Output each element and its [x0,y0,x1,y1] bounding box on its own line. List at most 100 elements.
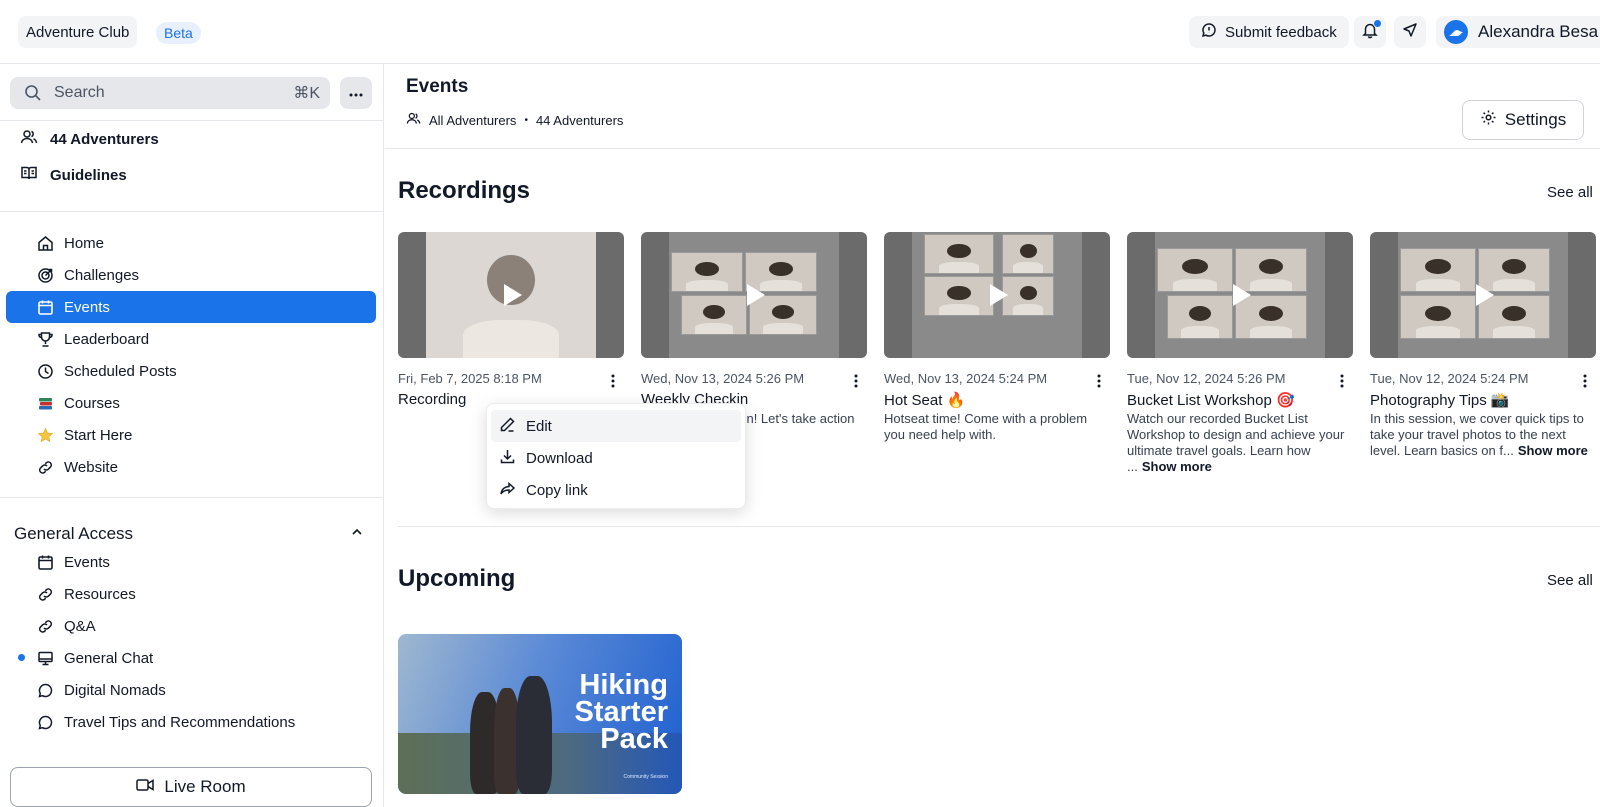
vertical-ellipsis-icon [611,374,615,388]
video-camera-icon [136,777,155,797]
menu-item-edit[interactable]: Edit [491,410,741,442]
notifications-button[interactable] [1354,16,1386,48]
play-icon [990,284,1008,306]
sidebar-item-label: Resources [64,585,136,603]
sidebar-item-label: Q&A [64,617,96,635]
recordings-see-all-link[interactable]: See all [1547,184,1593,201]
sidebar-item-label: Courses [64,394,120,412]
user-menu[interactable]: Alexandra Besa [1436,16,1600,48]
vertical-ellipsis-icon [1340,374,1344,388]
recording-menu-button[interactable] [1092,372,1106,390]
search-shortcut: ⌘K [293,85,320,102]
home-icon [36,234,54,252]
upcoming-see-all-link[interactable]: See all [1547,572,1593,589]
settings-label: Settings [1504,110,1567,129]
event-title-line: Starter [574,696,669,728]
play-icon [747,284,765,306]
sidebar-item-resources[interactable]: Resources [6,578,376,610]
recording-date: Fri, Feb 7, 2025 8:18 PM [398,371,542,386]
sidebar-item-home[interactable]: Home [6,227,376,259]
recording-thumbnail[interactable] [884,232,1110,358]
sidebar-item-challenges[interactable]: Challenges [6,259,376,291]
show-more-link[interactable]: Show more [1142,459,1212,474]
books-emoji-icon [36,394,54,412]
sidebar-item-label: Website [64,458,118,476]
star-emoji-icon [36,426,54,444]
vertical-ellipsis-icon [854,374,858,388]
settings-button[interactable]: Settings [1462,100,1584,140]
more-options-button[interactable] [340,77,372,109]
chevron-up-icon [350,524,364,544]
link-icon [36,617,54,635]
menu-item-label: Edit [526,417,552,435]
trophy-icon [36,330,54,348]
upcoming-event-card[interactable]: Hiking Starter Pack Community Session [398,634,682,794]
play-icon [1476,284,1494,306]
guidelines-link[interactable]: Guidelines [20,164,127,186]
recording-menu-button[interactable] [1578,372,1592,390]
sidebar-item-leaderboard[interactable]: Leaderboard [6,323,376,355]
sidebar-item-qa[interactable]: Q&A [6,610,376,642]
sidebar-item-travel-tips[interactable]: Travel Tips and Recommendations [6,706,376,738]
top-bar: Adventure Club Beta Submit feedback Alex… [0,0,1600,64]
audience-label[interactable]: All Adventurers [429,113,516,128]
recording-menu-button[interactable] [1335,372,1349,390]
sidebar-item-events[interactable]: Events [6,291,376,323]
sidebar-item-label: Events [64,298,110,316]
recording-menu-button[interactable] [849,372,863,390]
sidebar-item-general-events[interactable]: Events [6,546,376,578]
share-arrow-icon [499,480,516,501]
sidebar-item-label: Start Here [64,426,133,444]
recording-thumbnail[interactable] [1370,232,1596,358]
user-name: Alexandra Besa [1478,22,1599,41]
search-input[interactable]: Search ⌘K [10,77,330,109]
sidebar: Search ⌘K 44 Adventurers Guidelines Home… [0,64,384,807]
live-room-button[interactable]: Live Room [10,767,372,807]
recording-thumbnail[interactable] [1127,232,1353,358]
members-link[interactable]: 44 Adventurers [20,128,159,150]
recording-description: Watch our recorded Bucket List Workshop … [1127,411,1353,475]
sidebar-item-website[interactable]: Website [6,451,376,483]
clock-icon [36,362,54,380]
submit-feedback-button[interactable]: Submit feedback [1189,16,1349,48]
recording-date: Tue, Nov 12, 2024 5:24 PM [1370,371,1529,386]
sidebar-item-label: Scheduled Posts [64,362,177,380]
community-switcher[interactable]: Adventure Club [18,16,138,48]
event-title-line: Pack [600,723,668,755]
sidebar-item-digital-nomads[interactable]: Digital Nomads [6,674,376,706]
sidebar-item-courses[interactable]: Courses [6,387,376,419]
monitor-icon [36,649,54,667]
event-cover-title: Hiking Starter Pack [574,671,669,755]
direct-messages-button[interactable] [1394,16,1426,48]
search-icon [24,83,44,103]
ellipsis-icon [349,84,363,102]
sidebar-item-general-chat[interactable]: General Chat [6,642,376,674]
community-name: Adventure Club [26,23,130,41]
chat-bubble-icon [36,681,54,699]
menu-item-copy-link[interactable]: Copy link [491,474,741,506]
guidelines-label: Guidelines [50,166,127,184]
vertical-ellipsis-icon [1583,374,1587,388]
sidebar-item-label: Digital Nomads [64,681,166,699]
general-access-section-toggle[interactable]: General Access [14,522,364,546]
menu-item-download[interactable]: Download [491,442,741,474]
show-more-link[interactable]: Show more [1518,443,1588,458]
people-icon [406,111,421,129]
search-placeholder: Search [54,84,105,101]
recording-thumbnail[interactable] [398,232,624,358]
recording-menu-button[interactable] [606,372,620,390]
people-icon [20,128,38,150]
sidebar-item-label: Home [64,234,105,252]
download-icon [499,448,516,469]
divider [385,148,1600,149]
sidebar-item-start-here[interactable]: Start Here [6,419,376,451]
recording-title: Photography Tips 📸 [1370,392,1510,409]
divider [0,120,384,121]
calendar-icon [36,298,54,316]
recording-date: Wed, Nov 13, 2024 5:24 PM [884,371,1048,386]
live-room-label: Live Room [164,777,246,796]
recording-thumbnail[interactable] [641,232,867,358]
sidebar-item-label: Travel Tips and Recommendations [64,713,296,731]
sidebar-item-scheduled-posts[interactable]: Scheduled Posts [6,355,376,387]
sidebar-item-label: Challenges [64,266,140,284]
